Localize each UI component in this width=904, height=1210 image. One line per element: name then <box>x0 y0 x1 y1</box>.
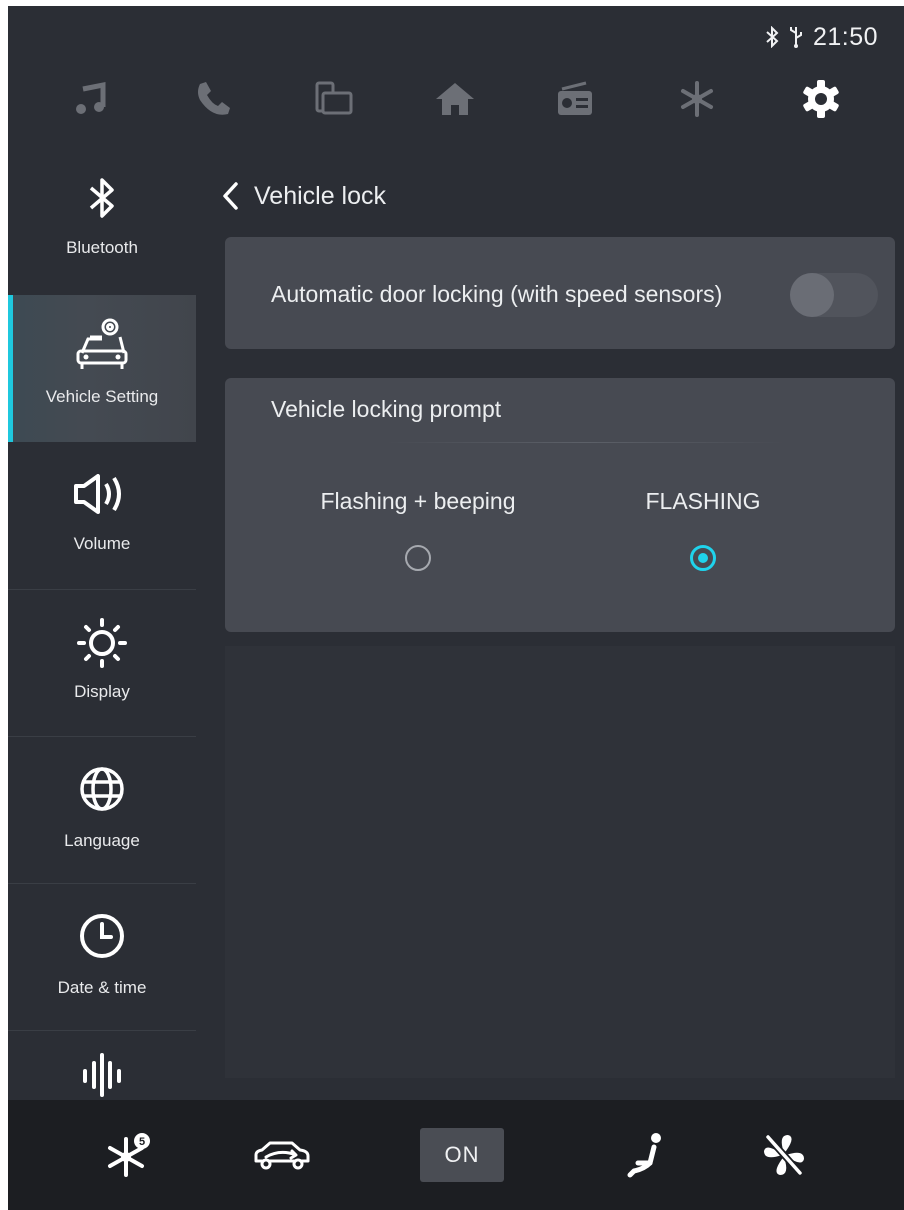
radio-icon[interactable] <box>540 64 610 134</box>
option-label: FLASHING <box>645 488 761 514</box>
climate-icon[interactable] <box>662 64 732 134</box>
top-navigation <box>8 64 904 134</box>
home-icon[interactable] <box>420 64 490 134</box>
snowflake-icon[interactable]: 5 <box>100 1125 160 1185</box>
sidebar-item-sound[interactable] <box>8 1031 196 1100</box>
car-recirculation-icon[interactable] <box>246 1125 318 1185</box>
phone-icon[interactable] <box>178 64 248 134</box>
status-bar: 21:50 <box>765 22 878 51</box>
auto-lock-toggle[interactable] <box>790 273 878 317</box>
globe-icon <box>8 765 196 811</box>
bluetooth-status-icon <box>765 26 779 48</box>
chevron-left-icon <box>223 182 238 210</box>
on-label: ON <box>444 1142 480 1167</box>
sidebar-item-date-time[interactable]: Date & time <box>8 884 196 1031</box>
content-area <box>225 646 895 1078</box>
lock-prompt-title: Vehicle locking prompt <box>271 396 502 422</box>
screen: 21:50 Bluetooth Vehicle Setting Volume D… <box>8 6 904 1210</box>
seat-heating-icon[interactable] <box>616 1125 676 1185</box>
option-flashing[interactable]: FLASHING <box>625 488 781 571</box>
sidebar-item-volume[interactable]: Volume <box>8 442 196 589</box>
option-label: Flashing + beeping <box>320 488 516 514</box>
car-settings-icon <box>8 315 196 369</box>
mirroring-icon[interactable] <box>298 64 368 134</box>
auto-lock-card: Automatic door locking (with speed senso… <box>225 237 895 349</box>
svg-text:5: 5 <box>139 1136 145 1148</box>
settings-icon[interactable] <box>786 64 856 134</box>
clock-text: 21:50 <box>812 22 878 51</box>
sound-wave-icon <box>8 1053 196 1097</box>
divider <box>385 442 785 443</box>
sidebar-item-label: Volume <box>73 534 131 553</box>
sidebar-item-label: Vehicle Setting <box>45 387 159 406</box>
sidebar-item-display[interactable]: Display <box>8 590 196 737</box>
radio-selected[interactable] <box>690 545 716 571</box>
sidebar-item-label: Bluetooth <box>66 238 138 257</box>
toggle-knob <box>790 273 834 317</box>
bottom-climate-bar: 5 ON <box>8 1100 904 1210</box>
bluetooth-icon <box>8 176 196 220</box>
sidebar-item-label: Date & time <box>57 978 147 997</box>
auto-lock-label: Automatic door locking (with speed senso… <box>271 281 723 307</box>
radio-unselected[interactable] <box>405 545 431 571</box>
sidebar-item-language[interactable]: Language <box>8 737 196 884</box>
sidebar-item-label: Display <box>74 682 130 701</box>
usb-icon <box>789 25 803 49</box>
brightness-icon <box>8 618 196 668</box>
lock-prompt-card: Vehicle locking prompt Flashing + beepin… <box>225 378 895 632</box>
sidebar-item-label: Language <box>64 831 140 850</box>
music-icon[interactable] <box>56 64 126 134</box>
sidebar-item-vehicle-setting[interactable]: Vehicle Setting <box>8 295 196 442</box>
speaker-icon <box>8 474 196 518</box>
settings-sidebar: Bluetooth Vehicle Setting Volume Display… <box>8 148 196 1100</box>
option-flashing-beeping[interactable]: Flashing + beeping <box>315 488 521 571</box>
back-button[interactable]: Vehicle lock <box>220 174 386 218</box>
clock-icon <box>8 912 196 958</box>
page-title: Vehicle lock <box>254 181 387 210</box>
climate-on-button[interactable]: ON <box>420 1128 504 1182</box>
sidebar-item-bluetooth[interactable]: Bluetooth <box>8 148 196 295</box>
fan-off-icon[interactable] <box>754 1125 814 1185</box>
